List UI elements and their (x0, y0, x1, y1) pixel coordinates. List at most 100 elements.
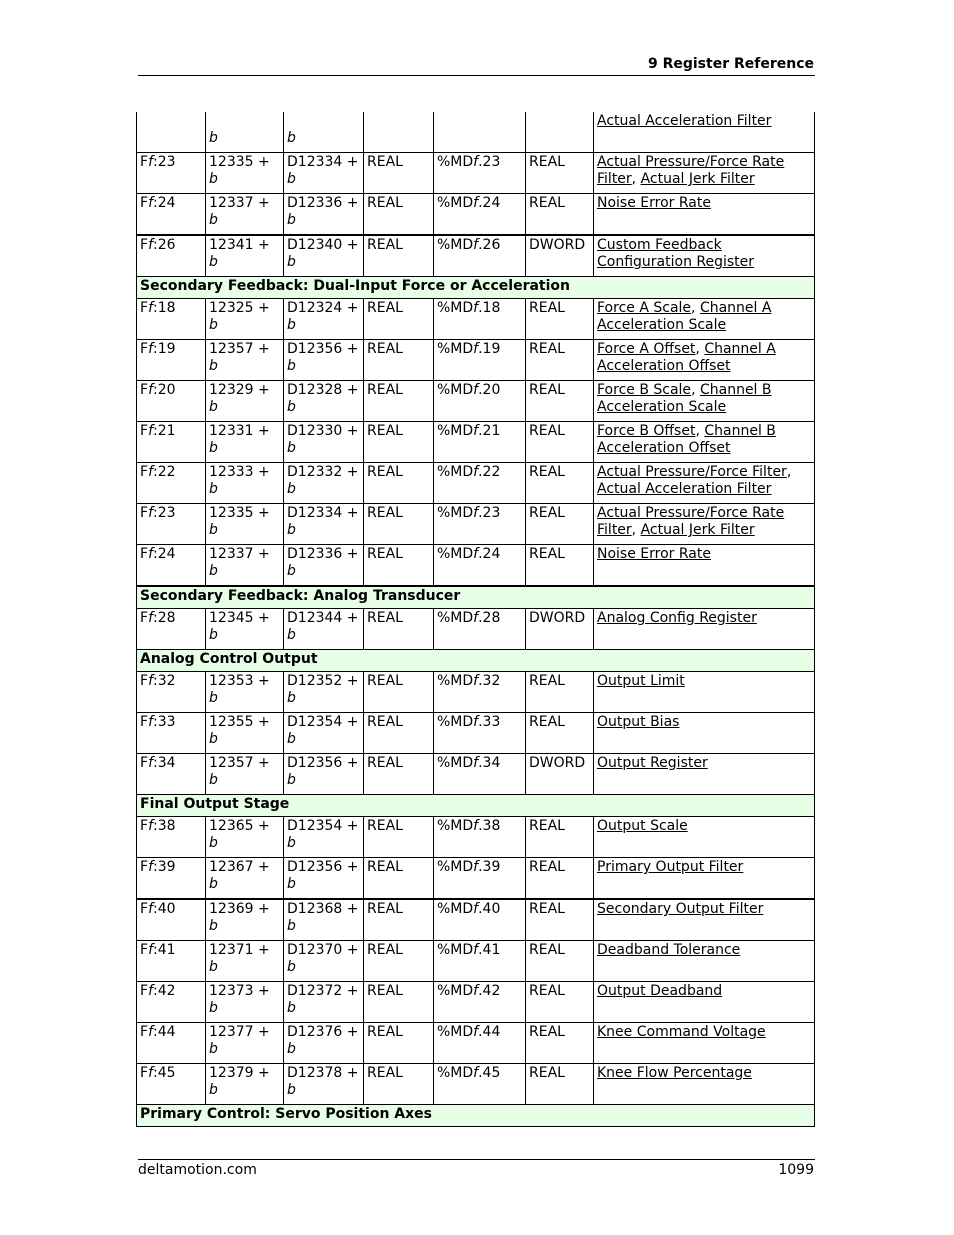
modbus-address-cell: 12337 + b (205, 544, 284, 587)
table-row: Ff:19 12357 + b D12356 + b REAL %MDf.19 REAL For… (136, 339, 815, 381)
dreg-address-cell: b (283, 112, 364, 153)
register-link[interactable]: Primary Output Filter (597, 859, 743, 875)
register-links-cell: Force A Offset, Channel A Acceleration O… (593, 339, 815, 381)
register-type-cell: DWORD (525, 753, 594, 795)
table-row: b b Actual Acceleration Filter (136, 112, 815, 153)
data-type-cell (363, 112, 434, 153)
register-links-cell: Actual Pressure/Force Rate Filter, Actua… (593, 503, 815, 545)
modbus-address-cell: 12379 + b (205, 1063, 284, 1105)
table-row: Ff:44 12377 + b D12376 + b REAL %MDf.44 REAL Kne… (136, 1022, 815, 1064)
dreg-address-cell: D12344 + b (283, 608, 364, 650)
table-row: Ff:32 12353 + b D12352 + b REAL %MDf.32 REAL Out… (136, 671, 815, 713)
section-title: Analog Control Output (136, 649, 815, 672)
section-header-row: Secondary Feedback: Dual-Input Force or … (136, 276, 815, 299)
register-link[interactable]: Noise Error Rate (597, 546, 711, 562)
register-type-cell: REAL (525, 1022, 594, 1064)
modbus-address-cell: 12337 + b (205, 193, 284, 236)
file-address-cell: Ff:38 (136, 816, 206, 858)
table-row: Ff:38 12365 + b D12354 + b REAL %MDf.38 REAL Out… (136, 816, 815, 858)
register-link[interactable]: Knee Command Voltage (597, 1024, 766, 1040)
file-address-cell: Ff:24 (136, 193, 206, 236)
modbus-address-cell: 12357 + b (205, 753, 284, 795)
file-address-cell: Ff:23 (136, 503, 206, 545)
table-row: Ff:18 12325 + b D12324 + b REAL %MDf.18 REAL For… (136, 298, 815, 340)
register-link[interactable]: Secondary Output Filter (597, 901, 763, 917)
register-link[interactable]: Knee Flow Percentage (597, 1065, 752, 1081)
data-type-cell: REAL (363, 981, 434, 1023)
file-address-cell: Ff:34 (136, 753, 206, 795)
dreg-address-cell: D12330 + b (283, 421, 364, 463)
data-type-cell: REAL (363, 234, 434, 277)
register-link[interactable]: Actual Jerk Filter (641, 171, 755, 187)
iec-address-cell: %MDf.32 (433, 671, 526, 713)
register-type-cell: REAL (525, 712, 594, 754)
table-row: Ff:23 12335 + b D12334 + b REAL %MDf.23 REAL Act… (136, 152, 815, 194)
iec-address-cell: %MDf.34 (433, 753, 526, 795)
section-header-row: Primary Control: Servo Position Axes (136, 1104, 815, 1127)
modbus-address-cell: 12335 + b (205, 503, 284, 545)
register-link[interactable]: Custom Feedback Configuration Register (597, 237, 754, 270)
file-address-cell: Ff:32 (136, 671, 206, 713)
file-address-cell: Ff:40 (136, 898, 206, 941)
modbus-address-cell: 12365 + b (205, 816, 284, 858)
file-address-cell: Ff:33 (136, 712, 206, 754)
modbus-address-cell: 12357 + b (205, 339, 284, 381)
register-link[interactable]: Output Limit (597, 673, 685, 689)
dreg-address-cell: D12354 + b (283, 712, 364, 754)
section-header-row: Secondary Feedback: Analog Transducer (136, 585, 815, 609)
register-link[interactable]: Actual Pressure/Force Filter (597, 464, 787, 480)
data-type-cell: REAL (363, 1063, 434, 1105)
dreg-address-cell: D12356 + b (283, 753, 364, 795)
register-link[interactable]: Actual Acceleration Filter (597, 113, 771, 129)
register-link[interactable]: Force A Scale (597, 300, 691, 316)
dreg-address-cell: D12372 + b (283, 981, 364, 1023)
register-link[interactable]: Deadband Tolerance (597, 942, 740, 958)
register-links-cell: Output Deadband (593, 981, 815, 1023)
register-link[interactable]: Analog Config Register (597, 610, 757, 626)
table-row: Ff:26 12341 + b D12340 + b REAL %MDf.26 DWORD Cu… (136, 234, 815, 277)
iec-address-cell: %MDf.26 (433, 234, 526, 277)
section-title: Secondary Feedback: Analog Transducer (136, 585, 815, 609)
register-links-cell: Knee Command Voltage (593, 1022, 815, 1064)
iec-address-cell: %MDf.28 (433, 608, 526, 650)
data-type-cell: REAL (363, 503, 434, 545)
dreg-address-cell: D12336 + b (283, 193, 364, 236)
register-link[interactable]: Force B Offset (597, 423, 695, 439)
dreg-address-cell: D12328 + b (283, 380, 364, 422)
register-link[interactable]: Output Scale (597, 818, 688, 834)
register-type-cell: REAL (525, 816, 594, 858)
register-links-cell: Secondary Output Filter (593, 898, 815, 941)
register-link[interactable]: Noise Error Rate (597, 195, 711, 211)
register-links-cell: Custom Feedback Configuration Register (593, 234, 815, 277)
iec-address-cell (433, 112, 526, 153)
modbus-address-cell: 12377 + b (205, 1022, 284, 1064)
file-address-cell: Ff:20 (136, 380, 206, 422)
dreg-address-cell: D12324 + b (283, 298, 364, 340)
register-link[interactable]: Actual Acceleration Filter (597, 481, 771, 497)
file-address-cell: Ff:45 (136, 1063, 206, 1105)
register-type-cell: REAL (525, 380, 594, 422)
register-link[interactable]: Output Register (597, 755, 708, 771)
dreg-address-cell: D12336 + b (283, 544, 364, 587)
iec-address-cell: %MDf.38 (433, 816, 526, 858)
register-link[interactable]: Output Deadband (597, 983, 722, 999)
modbus-address-cell: 12371 + b (205, 940, 284, 982)
dreg-address-cell: D12352 + b (283, 671, 364, 713)
page-number: 1099 (778, 1162, 814, 1178)
register-links-cell: Knee Flow Percentage (593, 1063, 815, 1105)
iec-address-cell: %MDf.45 (433, 1063, 526, 1105)
table-row: Ff:45 12379 + b D12378 + b REAL %MDf.45 REAL Kne… (136, 1063, 815, 1105)
register-link[interactable]: Force A Offset (597, 341, 695, 357)
register-links-cell: Output Limit (593, 671, 815, 713)
register-links-cell: Actual Pressure/Force Rate Filter, Actua… (593, 152, 815, 194)
dreg-address-cell: D12340 + b (283, 234, 364, 277)
register-link[interactable]: Actual Jerk Filter (641, 522, 755, 538)
register-type-cell: REAL (525, 339, 594, 381)
data-type-cell: REAL (363, 857, 434, 900)
table-row: Ff:24 12337 + b D12336 + b REAL %MDf.24 REAL Noi… (136, 544, 815, 587)
modbus-address-cell: b (205, 112, 284, 153)
data-type-cell: REAL (363, 152, 434, 194)
register-type-cell: REAL (525, 940, 594, 982)
register-link[interactable]: Output Bias (597, 714, 679, 730)
register-link[interactable]: Force B Scale (597, 382, 691, 398)
